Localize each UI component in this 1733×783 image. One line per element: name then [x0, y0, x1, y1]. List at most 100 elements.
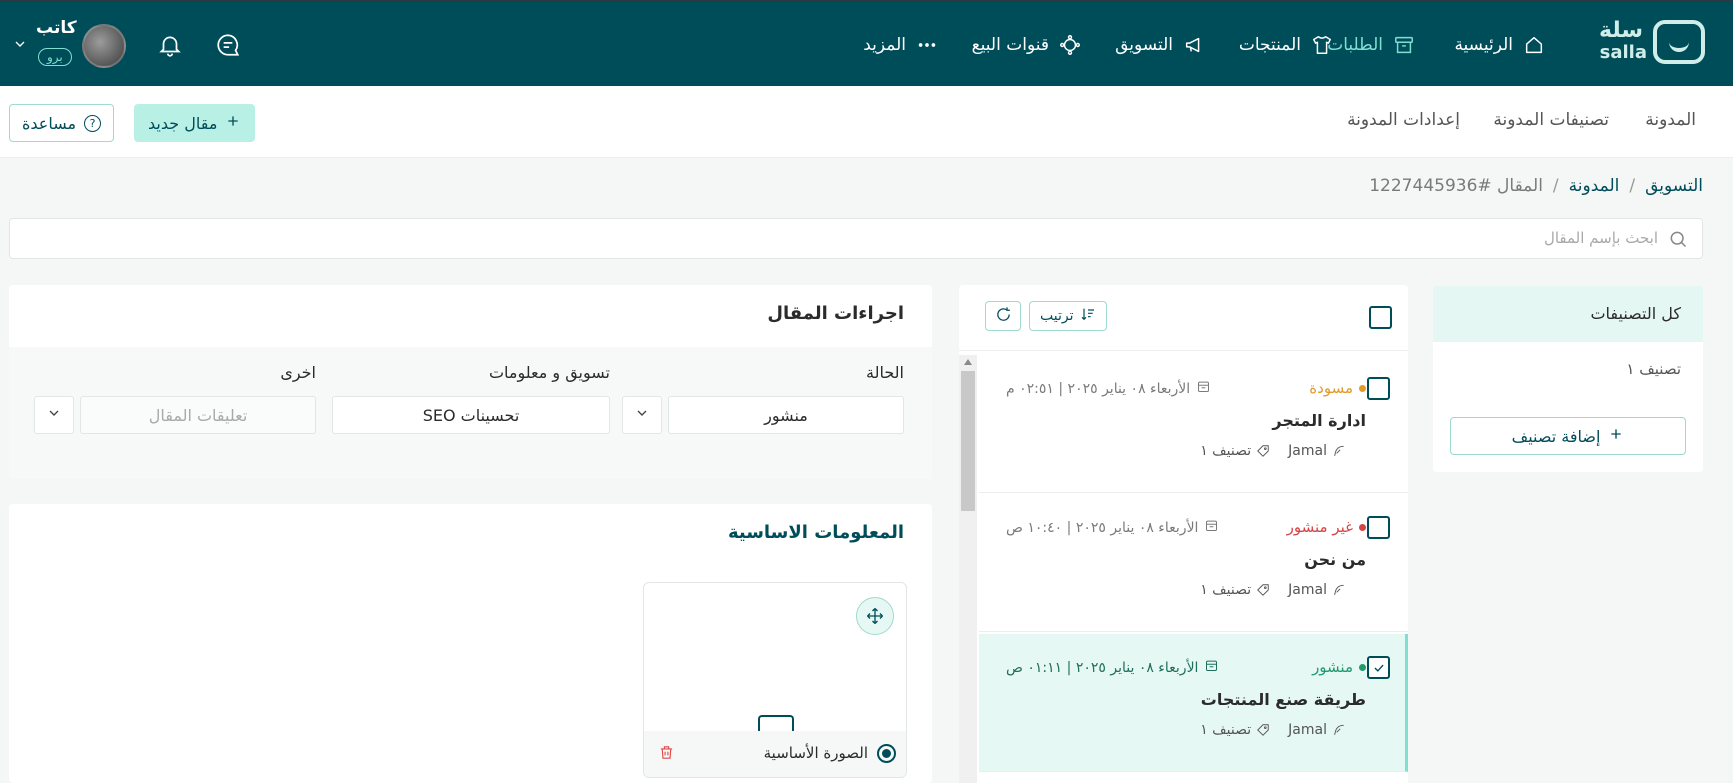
article-comments-select[interactable]: تعليقات المقال	[80, 396, 316, 434]
category: تصنيف ١	[1200, 722, 1270, 738]
category-name: تصنيف ١	[1200, 582, 1252, 598]
user-name: كاتب	[36, 18, 77, 38]
article-checkbox[interactable]	[1367, 516, 1390, 539]
main-image-radio[interactable]	[877, 744, 896, 763]
user-menu[interactable]: كاتب برو	[12, 16, 132, 76]
feather-pen-icon	[1332, 723, 1346, 737]
check-icon	[1373, 664, 1384, 672]
article-title[interactable]: طريقة صنع المنتجات	[1201, 690, 1366, 709]
sort-button[interactable]: ترتيب	[1029, 301, 1107, 331]
list-toolbar: ترتيب	[959, 285, 1408, 351]
list-scrollbar[interactable]	[959, 355, 977, 783]
help-button[interactable]: ? مساعدة	[9, 104, 115, 142]
article-checkbox-checked[interactable]	[1367, 656, 1390, 679]
search-icon	[1668, 229, 1688, 253]
scroll-up-arrow-icon[interactable]	[964, 359, 972, 365]
logo-text-en: salla	[1599, 42, 1647, 63]
actions-body: الحالة تسويق و معلومات اخرى منشور تحسينا…	[9, 347, 932, 479]
help-label: مساعدة	[22, 113, 77, 133]
breadcrumb-separator: /	[1629, 176, 1636, 196]
main-image-card[interactable]: الصورة الأساسية	[643, 582, 907, 778]
tag-icon	[1256, 444, 1270, 458]
breadcrumb-marketing[interactable]: التسويق	[1645, 176, 1703, 196]
nav-item-orders[interactable]: الطلبات	[1327, 30, 1415, 60]
comments-dropdown-toggle[interactable]	[34, 396, 74, 434]
status-select[interactable]: منشور	[668, 396, 904, 434]
refresh-button[interactable]	[985, 301, 1021, 331]
chat-icon[interactable]	[215, 32, 241, 58]
panel-title: اجراءات المقال	[767, 303, 904, 324]
list-item[interactable]: غير منشور الأربعاء ٠٨ يناير ٢٠٢٥ | ١٠:٤٠…	[979, 494, 1408, 632]
breadcrumb-current: المقال #1227445936	[1369, 176, 1543, 196]
more-dots-icon	[916, 34, 938, 56]
nav-item-products[interactable]: المنتجات	[1239, 30, 1333, 60]
tag-icon	[1256, 583, 1270, 597]
salla-logo[interactable]: سلة salla	[1595, 18, 1705, 66]
category-all[interactable]: كل التصنيفات	[1433, 286, 1703, 342]
refresh-icon	[995, 306, 1012, 327]
nav-item-sales-channels[interactable]: قنوات البيع	[972, 30, 1081, 60]
status-dropdown-toggle[interactable]	[622, 396, 662, 434]
article-meta: Jamal تصنيف ١	[1200, 582, 1346, 598]
move-icon[interactable]	[856, 597, 894, 635]
nav-label-home: الرئيسية	[1454, 35, 1513, 55]
home-icon	[1523, 34, 1545, 56]
top-navigation: سلة salla الرئيسية الطلبات المنتجات التس…	[0, 0, 1733, 86]
add-category-button[interactable]: إضافة تصنيف	[1450, 417, 1686, 455]
tab-blog[interactable]: المدونة	[1645, 110, 1696, 130]
nav-item-home[interactable]: الرئيسية	[1454, 30, 1545, 60]
calendar-icon	[1196, 379, 1211, 398]
new-article-button[interactable]: مقال جديد	[134, 104, 256, 142]
article-title[interactable]: من نحن	[1304, 550, 1366, 569]
user-plan-badge: برو	[38, 48, 72, 66]
nav-item-more[interactable]: المزيد	[863, 30, 938, 60]
seo-improvements-label: تحسينات SEO	[422, 405, 520, 425]
article-meta: Jamal تصنيف ١	[1200, 443, 1346, 459]
calendar-icon	[1204, 658, 1219, 677]
comments-placeholder: تعليقات المقال	[148, 405, 248, 425]
tab-blog-settings[interactable]: إعدادات المدونة	[1347, 110, 1460, 130]
author: Jamal	[1288, 443, 1346, 459]
list-item[interactable]: منشور الأربعاء ٠٨ يناير ٢٠٢٥ | ٠١:١١ ص ط…	[979, 634, 1408, 772]
chevron-down-icon[interactable]	[12, 36, 28, 56]
image-card-footer: الصورة الأساسية	[644, 731, 906, 777]
plus-icon	[225, 113, 241, 133]
tag-icon	[1256, 723, 1270, 737]
article-list: ترتيب مسودة الأربعاء ٠٨ يناير ٢٠٢٥ | ٠٢:…	[959, 285, 1408, 783]
status-select-value: منشور	[764, 405, 808, 425]
sort-icon	[1080, 306, 1096, 326]
author: Jamal	[1288, 722, 1346, 738]
bell-icon[interactable]	[157, 32, 183, 58]
calendar-icon	[1204, 518, 1219, 537]
panel-title: المعلومات الاساسية	[727, 522, 904, 543]
trash-icon[interactable]	[658, 744, 675, 765]
status-badge: مسودة	[1309, 379, 1366, 397]
select-all-checkbox[interactable]	[1369, 306, 1392, 329]
basic-info-panel: المعلومات الاساسية الصورة الأساسية	[9, 504, 932, 783]
article-checkbox[interactable]	[1367, 377, 1390, 400]
article-actions-panel: اجراءات المقال الحالة تسويق و معلومات اخ…	[9, 285, 932, 479]
category-item[interactable]: تصنيف ١	[1433, 342, 1703, 378]
nav-label-orders: الطلبات	[1327, 35, 1383, 55]
list-item[interactable]: مسودة الأربعاء ٠٨ يناير ٢٠٢٥ | ٠٢:٥١ م ا…	[979, 355, 1408, 493]
date-text: الأربعاء ٠٨ يناير ٢٠٢٥ | ٠١:١١ ص	[1006, 659, 1199, 676]
status-dot	[1359, 384, 1366, 392]
avatar	[82, 24, 126, 68]
breadcrumb: التسويق / المدونة / المقال #1227445936	[1369, 176, 1703, 196]
nav-item-marketing[interactable]: التسويق	[1115, 30, 1205, 60]
nav-label-marketing: التسويق	[1115, 35, 1173, 55]
search-input[interactable]: ابحث بإسم المقال	[9, 218, 1703, 259]
nav-label-products: المنتجات	[1238, 35, 1301, 55]
scrollbar-thumb[interactable]	[961, 371, 975, 511]
article-meta: Jamal تصنيف ١	[1200, 722, 1346, 738]
seo-improvements-button[interactable]: تحسينات SEO	[332, 396, 610, 434]
status-dot	[1359, 663, 1366, 671]
add-category-label: إضافة تصنيف	[1511, 426, 1601, 446]
feather-pen-icon	[1332, 583, 1346, 597]
article-title[interactable]: ادارة المتجر	[1272, 411, 1366, 430]
help-question-icon: ?	[84, 114, 102, 132]
breadcrumb-blog[interactable]: المدونة	[1569, 176, 1620, 196]
logo-text-ar: سلة	[1599, 18, 1643, 43]
tab-blog-categories[interactable]: تصنيفات المدونة	[1493, 110, 1609, 130]
article-date: الأربعاء ٠٨ يناير ٢٠٢٥ | ١٠:٤٠ ص	[1006, 518, 1219, 537]
